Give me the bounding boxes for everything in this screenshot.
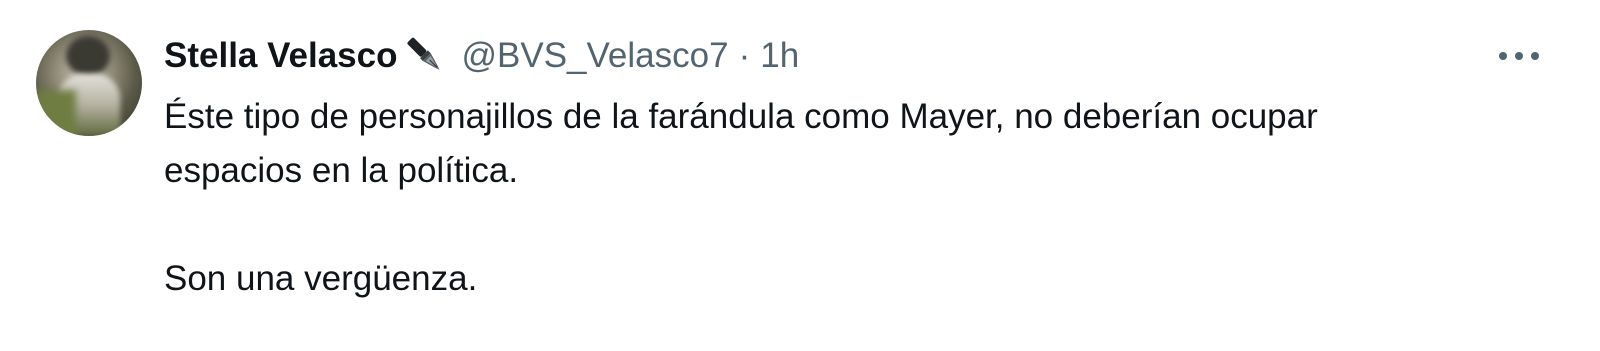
tweet-text-line: Éste tipo de personajillos de la farándu… [164, 97, 1318, 136]
tweet-text: Éste tipo de personajillos de la farándu… [164, 90, 1564, 306]
avatar-shape [36, 90, 76, 136]
avatar-shape [66, 36, 110, 76]
timestamp[interactable]: 1h [760, 36, 799, 76]
separator-dot: · [738, 36, 751, 75]
avatar[interactable] [36, 30, 142, 136]
fountain-pen-icon [399, 32, 451, 80]
tweet-card[interactable]: Stella Velasco @BVS_Velasco7 · 1h Éste t… [0, 0, 1600, 351]
user-handle[interactable]: @BVS_Velasco7 [461, 36, 728, 76]
tweet-text-line: Son una vergüenza. [164, 259, 478, 298]
tweet-text-line: espacios en la política. [164, 151, 519, 190]
tweet-header: Stella Velasco @BVS_Velasco7 · 1h [164, 32, 799, 80]
display-name[interactable]: Stella Velasco [164, 36, 397, 76]
more-options-icon[interactable] [1494, 40, 1544, 72]
